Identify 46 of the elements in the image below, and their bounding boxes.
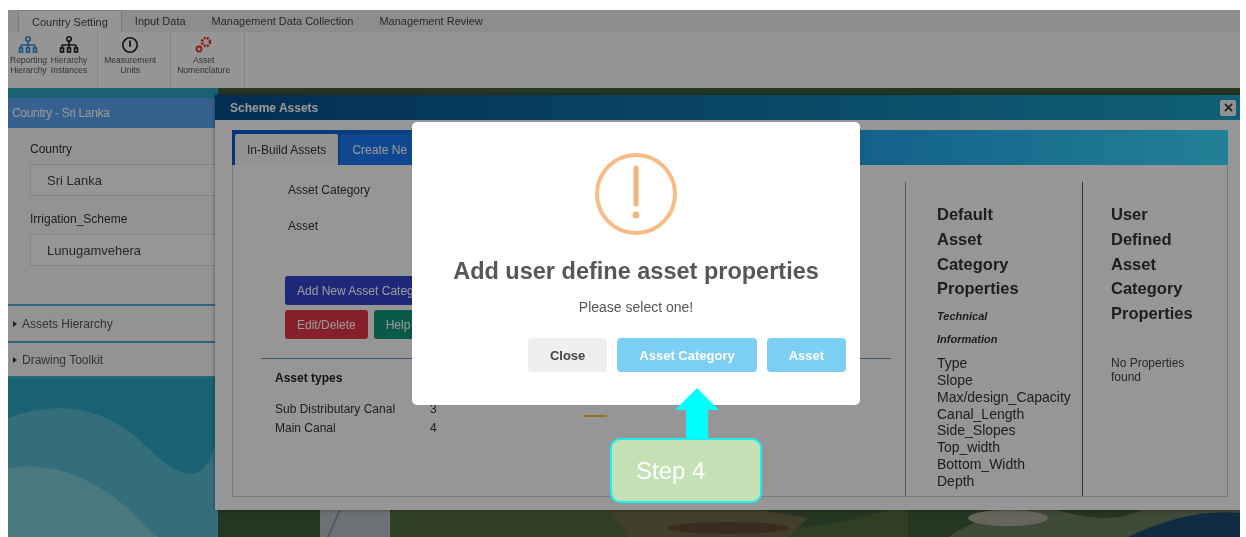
empty-message: No Properties found — [1111, 355, 1186, 384]
ribbon-tool[interactable]: Asset Nomenclature — [171, 32, 237, 88]
dash-mark — [584, 415, 607, 417]
accordion-section[interactable]: Assets Hierarchy — [8, 304, 215, 341]
property-item: Type — [937, 355, 969, 372]
close-icon — [1223, 103, 1233, 112]
ribbon-tool[interactable]: Measurement Units — [98, 32, 163, 88]
org-chart-icon — [18, 36, 39, 54]
accordion-section[interactable]: Drawing Toolkit — [8, 341, 215, 378]
column-heading: Default Asset Category Properties — [937, 204, 1019, 300]
property-item: Canal_Length — [937, 405, 1026, 423]
tab[interactable]: In-Build Assets — [235, 134, 339, 165]
field-label: Irrigation_Scheme — [30, 212, 129, 226]
property-item: Bottom_Width — [937, 455, 1026, 473]
table-cell: 4 — [430, 421, 437, 435]
form-label: Asset Category — [288, 183, 372, 197]
field-label: Country — [30, 142, 74, 156]
warning-icon — [594, 152, 678, 236]
org-chart-icon — [59, 36, 80, 54]
column-heading: User Defined Asset Category Properties — [1111, 204, 1193, 324]
ribbon-tab[interactable]: Management Data Collection — [198, 10, 367, 32]
table-heading: Asset types — [275, 371, 344, 385]
ribbon-tab[interactable]: Management Review — [366, 10, 496, 32]
property-item: Depth — [937, 472, 976, 490]
window-title: Scheme Assets — [230, 100, 319, 115]
close-button[interactable] — [1220, 99, 1236, 116]
arrow-icon — [674, 388, 719, 438]
property-item: Top_width — [937, 439, 1002, 456]
ribbon-tool[interactable]: Hierarchy Instances — [48, 32, 90, 88]
section-subheading: Technical Information — [937, 309, 998, 348]
property-item: Side_Slopes — [937, 422, 1017, 440]
dialog-title: Add user define asset properties — [453, 258, 819, 285]
property-item: Slope — [937, 372, 974, 389]
gears-icon — [193, 36, 214, 54]
ribbon-tool[interactable]: Reporting Hierarchy — [8, 32, 49, 88]
gauge-icon — [121, 36, 140, 54]
ribbon-tab[interactable]: Country Setting — [18, 10, 122, 32]
property-item: Max/design_Capacity — [937, 388, 1072, 406]
table-cell-text: Sub Distributary Canal — [275, 402, 397, 416]
action-button[interactable]: Edit/Delete — [285, 310, 368, 339]
panel-header: Country - Sri Lanka — [8, 98, 215, 128]
table-cell-text: Main Canal — [275, 421, 337, 435]
step-callout: Step 4 — [610, 438, 762, 503]
dialog-button[interactable]: Close — [527, 338, 608, 372]
dialog-message: Please select one! — [578, 299, 694, 315]
form-label: Asset — [288, 219, 319, 233]
